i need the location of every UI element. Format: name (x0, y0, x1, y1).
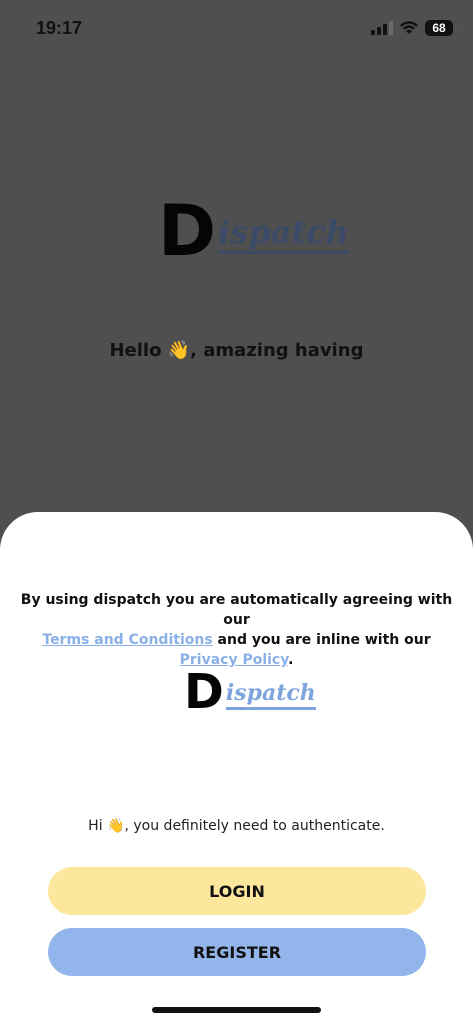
battery-icon: 68 (425, 20, 457, 36)
auth-prompt-end: , you definitely need to authenticate. (124, 818, 385, 834)
terms-link[interactable]: Terms and Conditions (42, 632, 212, 648)
status-time: 19:17 (36, 18, 83, 38)
auth-prompt-start: Hi (88, 818, 108, 834)
login-button[interactable]: LOGIN (48, 867, 426, 915)
signal-icon (371, 21, 393, 35)
register-button[interactable]: REGISTER (48, 928, 426, 976)
waving-hand-icon: 👋 (167, 340, 191, 361)
logo-wordmark: ispatch (218, 213, 349, 254)
logo-wordmark: ispatch (225, 680, 316, 710)
wifi-icon (400, 21, 418, 34)
logo-initial: D (184, 664, 224, 720)
terms-prefix: By using dispatch you are automatically … (20, 592, 453, 628)
auth-prompt: Hi 👋, you definitely need to authenticat… (0, 818, 473, 834)
terms-middle: and you are inline with our (212, 632, 431, 648)
status-bar: 19:17 68 (0, 0, 473, 56)
waving-hand-icon: 👋 (107, 818, 125, 834)
terms-suffix: . (288, 652, 294, 668)
dispatch-logo: D ispatch (158, 196, 349, 266)
dispatch-logo-small: D ispatch (184, 668, 316, 716)
terms-notice: By using dispatch you are automatically … (20, 590, 453, 670)
status-icons: 68 (371, 20, 457, 36)
greeting-text-start: Hello (109, 340, 168, 361)
greeting-text-end: , amazing having (190, 340, 364, 361)
welcome-greeting: Hello 👋, amazing having (0, 340, 473, 361)
home-indicator[interactable] (152, 1007, 321, 1013)
auth-bottom-sheet: By using dispatch you are automatically … (0, 512, 473, 1024)
logo-initial: D (158, 190, 217, 272)
